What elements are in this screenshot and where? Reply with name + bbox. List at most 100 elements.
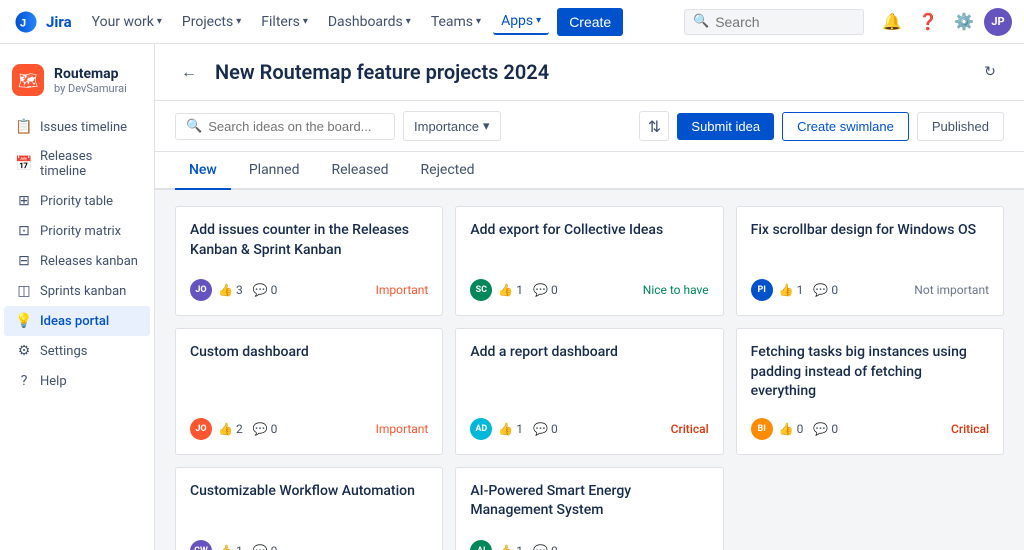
comments-count: 0 [551, 422, 558, 436]
comments-count: 0 [271, 544, 278, 550]
back-button[interactable]: ← [175, 58, 203, 86]
comments-count: 0 [271, 283, 278, 297]
search-input[interactable] [715, 14, 855, 30]
brand-text: Routemap by DevSamurai [54, 66, 127, 95]
brand-sub: by DevSamurai [54, 82, 127, 95]
avatar: AI [470, 540, 492, 550]
sidebar-item-label: Ideas portal [40, 314, 109, 329]
idea-card[interactable]: Fetching tasks big instances using paddi… [736, 328, 1004, 455]
submit-idea-button[interactable]: Submit idea [677, 113, 774, 140]
tab-released[interactable]: Released [317, 152, 402, 190]
idea-card[interactable]: AI-Powered Smart Energy Management Syste… [455, 467, 723, 550]
nav-filters[interactable]: Filters ▾ [253, 10, 316, 34]
user-avatar[interactable]: JP [984, 8, 1012, 36]
help-button[interactable]: ❓ [912, 6, 944, 38]
priority-label: Important [376, 283, 429, 297]
thumbs-up-icon: 👍 [218, 544, 233, 550]
sidebar-item-priority-matrix[interactable]: ⊡ Priority matrix [4, 216, 150, 246]
idea-card[interactable]: Add issues counter in the Releases Kanba… [175, 206, 443, 316]
likes-stat: 👍 3 [218, 283, 243, 297]
likes-count: 0 [797, 422, 804, 436]
nav-dashboards[interactable]: Dashboards ▾ [320, 10, 419, 34]
card-footer: SC 👍 1 💬 0 Nice to have [470, 279, 708, 301]
app-layout: 🗺 Routemap by DevSamurai 📋 Issues timeli… [0, 44, 1024, 550]
card-footer: AD 👍 1 💬 0 Critical [470, 418, 708, 440]
priority-label: Nice to have [643, 283, 709, 297]
svg-text:J: J [20, 17, 26, 29]
card-title: Customizable Workflow Automation [190, 482, 428, 524]
likes-count: 1 [516, 283, 523, 297]
thumbs-up-icon: 👍 [498, 544, 513, 550]
published-button[interactable]: Published [917, 112, 1004, 141]
card-title: Add export for Collective Ideas [470, 221, 708, 263]
idea-search-box[interactable]: 🔍 [175, 113, 395, 140]
comments-count: 0 [271, 422, 278, 436]
create-button[interactable]: Create [557, 8, 623, 36]
avatar: PI [751, 279, 773, 301]
comments-stat: 💬 0 [813, 283, 838, 297]
page-header: ← New Routemap feature projects 2024 ↻ [155, 44, 1024, 101]
card-meta: 👍 3 💬 0 [218, 283, 370, 297]
timeline-icon: 📋 [16, 119, 32, 135]
sidebar-item-releases-kanban[interactable]: ⊟ Releases kanban [4, 246, 150, 276]
card-title: Custom dashboard [190, 343, 428, 402]
sidebar-item-label: Releases kanban [40, 254, 138, 269]
idea-card[interactable]: Add a report dashboard AD 👍 1 💬 0 Critic… [455, 328, 723, 455]
refresh-button[interactable]: ↻ [976, 58, 1004, 86]
idea-card[interactable]: Custom dashboard JO 👍 2 💬 0 Important [175, 328, 443, 455]
sidebar-item-label: Releases timeline [40, 149, 138, 179]
card-footer: PI 👍 1 💬 0 Not important [751, 279, 989, 301]
sidebar-item-releases-timeline[interactable]: 📅 Releases timeline [4, 142, 150, 186]
importance-dropdown[interactable]: Importance ▾ [403, 111, 501, 141]
nav-yourwork[interactable]: Your work ▾ [84, 10, 170, 34]
tab-rejected[interactable]: Rejected [407, 152, 489, 190]
comments-stat: 💬 0 [253, 544, 278, 550]
ideas-board: Add issues counter in the Releases Kanba… [155, 190, 1024, 550]
sidebar-item-issues-timeline[interactable]: 📋 Issues timeline [4, 112, 150, 142]
comments-stat: 💬 0 [253, 422, 278, 436]
card-footer: AI 👍 1 💬 0 [470, 540, 708, 550]
sidebar-brand: 🗺 Routemap by DevSamurai [0, 56, 154, 112]
idea-card[interactable]: Fix scrollbar design for Windows OS PI 👍… [736, 206, 1004, 316]
search-icon: 🔍 [693, 14, 709, 29]
search-icon: 🔍 [186, 119, 202, 134]
importance-label: Importance [414, 119, 479, 134]
idea-search-input[interactable] [208, 119, 384, 134]
likes-stat: 👍 1 [498, 283, 523, 297]
notifications-button[interactable]: 🔔 [876, 6, 908, 38]
comment-icon: 💬 [813, 283, 828, 297]
comments-stat: 💬 0 [253, 283, 278, 297]
comments-count: 0 [551, 283, 558, 297]
sort-button[interactable]: ⇅ [639, 111, 669, 141]
thumbs-up-icon: 👍 [779, 422, 794, 436]
priority-label: Critical [951, 422, 989, 436]
card-title: Fetching tasks big instances using paddi… [751, 343, 989, 402]
nav-teams[interactable]: Teams ▾ [423, 10, 489, 34]
card-footer: BI 👍 0 💬 0 Critical [751, 418, 989, 440]
likes-count: 1 [797, 283, 804, 297]
jira-logo[interactable]: J Jira [12, 8, 72, 36]
likes-count: 3 [236, 283, 243, 297]
nav-apps[interactable]: Apps ▾ [493, 9, 549, 35]
settings-button[interactable]: ⚙️ [948, 6, 980, 38]
create-swimlane-button[interactable]: Create swimlane [782, 112, 909, 141]
sidebar-item-ideas-portal[interactable]: 💡 Ideas portal [4, 306, 150, 336]
nav-projects[interactable]: Projects ▾ [174, 10, 249, 34]
idea-card[interactable]: Add export for Collective Ideas SC 👍 1 💬… [455, 206, 723, 316]
chevron-down-icon: ▾ [536, 15, 541, 26]
sidebar-item-priority-table[interactable]: ⊞ Priority table [4, 186, 150, 216]
sidebar-item-settings[interactable]: ⚙ Settings [4, 336, 150, 366]
tab-new[interactable]: New [175, 152, 231, 190]
comments-stat: 💬 0 [533, 422, 558, 436]
card-meta: 👍 1 💬 0 [779, 283, 909, 297]
sidebar-item-sprints-kanban[interactable]: ◫ Sprints kanban [4, 276, 150, 306]
avatar: JO [190, 279, 212, 301]
priority-matrix-icon: ⊡ [16, 223, 32, 239]
tab-planned[interactable]: Planned [235, 152, 314, 190]
avatar: CW [190, 540, 212, 550]
sidebar-item-label: Help [40, 374, 67, 389]
search-box[interactable]: 🔍 [684, 9, 864, 35]
idea-card[interactable]: Customizable Workflow Automation CW 👍 1 … [175, 467, 443, 550]
sidebar-item-help[interactable]: ? Help [4, 366, 150, 396]
card-footer: JO 👍 3 💬 0 Important [190, 279, 428, 301]
